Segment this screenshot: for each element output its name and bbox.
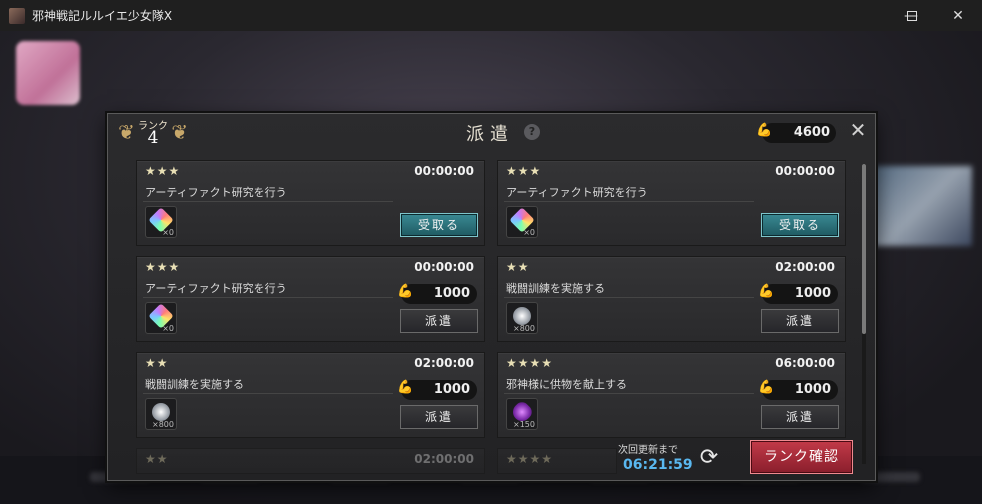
window-titlebar: 邪神戦記ルルイエ少女隊X — ✕ — [0, 0, 982, 31]
reward-quantity: ×800 — [152, 420, 174, 429]
mission-card: ★★★★ 06:00:00 邪神様に供物を献上する 1000 💪 ×150 派遣 — [497, 352, 846, 438]
mission-timer: 02:00:00 — [775, 260, 835, 274]
mission-timer: 02:00:00 — [414, 452, 474, 466]
dispatch-dialog: ❦ ❦ ランク 4 派遣 ? 4600 💪 ✕ ★★★ 00:00:00 アーテ… — [107, 113, 876, 481]
rank-value: 4 — [147, 128, 159, 148]
maximize-icon[interactable] — [889, 0, 935, 31]
reward-slot: ×0 — [506, 206, 538, 238]
background-avatar — [16, 41, 80, 105]
stamina-icon: 💪 — [758, 380, 775, 395]
mission-card: ★★ 02:00:00 — [136, 448, 485, 474]
mission-timer: 00:00:00 — [414, 164, 474, 178]
stamina-icon: 💪 — [756, 123, 773, 138]
window-close-icon[interactable]: ✕ — [935, 0, 981, 31]
reward-slot: ×0 — [145, 206, 177, 238]
mission-stars: ★★★★ — [506, 356, 554, 370]
mission-stars: ★★★ — [506, 164, 542, 178]
background-art — [872, 166, 972, 246]
mission-card: ★★ 02:00:00 戦闘訓練を実施する 1000 💪 ×800 派遣 — [497, 256, 846, 342]
dispatch-button[interactable]: 派遣 — [400, 309, 478, 333]
reward-quantity: ×0 — [162, 228, 174, 237]
dialog-title: 派遣 — [466, 124, 514, 145]
next-update-timer: 06:21:59 — [623, 457, 693, 473]
stamina-icon: 💪 — [758, 284, 775, 299]
reward-quantity: ×0 — [523, 228, 535, 237]
refresh-icon[interactable]: ⟳ — [697, 446, 721, 470]
mission-timer: 00:00:00 — [775, 164, 835, 178]
claim-button[interactable]: 受取る — [761, 213, 839, 237]
mission-stars: ★★★ — [145, 260, 181, 274]
help-icon[interactable]: ? — [524, 124, 540, 140]
mission-timer: 02:00:00 — [414, 356, 474, 370]
reward-quantity: ×150 — [513, 420, 535, 429]
dispatch-button[interactable]: 派遣 — [761, 405, 839, 429]
scrollbar-thumb[interactable] — [862, 164, 866, 334]
mission-stars: ★★★★ — [506, 452, 554, 466]
mission-card: ★★★ 00:00:00 アーティファクト研究を行う ×0 受取る — [497, 160, 846, 246]
currency-display: 4600 — [762, 123, 836, 143]
next-update-label: 次回更新まで — [618, 445, 678, 456]
reward-quantity: ×0 — [162, 324, 174, 333]
mission-stars: ★★★ — [145, 164, 181, 178]
mission-name: アーティファクト研究を行う — [145, 186, 287, 199]
mission-name: アーティファクト研究を行う — [145, 282, 287, 295]
scrollbar[interactable] — [862, 164, 866, 464]
stamina-icon: 💪 — [397, 284, 414, 299]
mission-name: 邪神様に供物を献上する — [506, 378, 627, 391]
reward-slot: ×150 — [506, 398, 538, 430]
dispatch-button[interactable]: 派遣 — [400, 405, 478, 429]
game-viewport: ❦ ❦ ランク 4 派遣 ? 4600 💪 ✕ ★★★ 00:00:00 アーテ… — [0, 31, 982, 504]
reward-slot: ×800 — [506, 302, 538, 334]
reward-slot: ×0 — [145, 302, 177, 334]
mission-stars: ★★ — [145, 452, 169, 466]
mission-name: アーティファクト研究を行う — [506, 186, 648, 199]
mission-stars: ★★ — [145, 356, 169, 370]
mission-card: ★★★ 00:00:00 アーティファクト研究を行う 1000 💪 ×0 派遣 — [136, 256, 485, 342]
reward-slot: ×800 — [145, 398, 177, 430]
claim-button[interactable]: 受取る — [400, 213, 478, 237]
rank-badge: ❦ ❦ ランク 4 — [116, 116, 190, 150]
mission-card: ★★★ 00:00:00 アーティファクト研究を行う ×0 受取る — [136, 160, 485, 246]
rank-confirm-button[interactable]: ランク確認 — [750, 440, 853, 474]
reward-quantity: ×800 — [513, 324, 535, 333]
close-icon[interactable]: ✕ — [848, 119, 868, 141]
mission-timer: 06:00:00 — [775, 356, 835, 370]
mission-name: 戦闘訓練を実施する — [506, 282, 605, 295]
mission-timer: 00:00:00 — [414, 260, 474, 274]
dispatch-button[interactable]: 派遣 — [761, 309, 839, 333]
mission-stars: ★★ — [506, 260, 530, 274]
app-icon — [9, 7, 25, 24]
mission-name: 戦闘訓練を実施する — [145, 378, 244, 391]
window-title: 邪神戦記ルルイエ少女隊X — [32, 9, 173, 23]
mission-card: ★★★★ — [497, 448, 617, 474]
stamina-icon: 💪 — [397, 380, 414, 395]
mission-card: ★★ 02:00:00 戦闘訓練を実施する 1000 💪 ×800 派遣 — [136, 352, 485, 438]
